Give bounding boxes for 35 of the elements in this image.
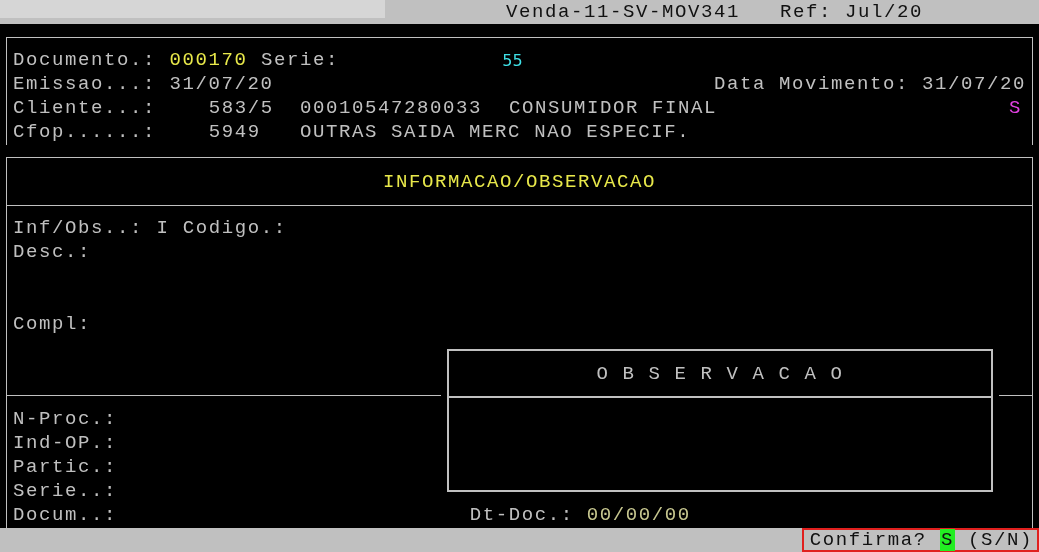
panel-title: INFORMACAO/OBSERVACAO bbox=[382, 170, 656, 193]
client-status-letter: S bbox=[1009, 97, 1022, 119]
field-label: Emissao...: bbox=[13, 73, 158, 95]
prompt-label: Confirma? bbox=[809, 529, 927, 551]
field-label: Compl: bbox=[13, 313, 91, 335]
field-label: Inf/Obs..: bbox=[13, 217, 145, 239]
cfop-code: 5949 bbox=[208, 121, 262, 143]
field-label: Docum..: bbox=[13, 504, 118, 526]
field-label: Serie: bbox=[260, 49, 340, 71]
field-label: N-Proc.: bbox=[13, 408, 117, 430]
field-value: 31/07/20 bbox=[169, 73, 274, 95]
reference-period: Ref: Jul/20 bbox=[780, 1, 924, 23]
field-label: Cfop......: bbox=[13, 121, 158, 143]
field-value: 31/07/20 bbox=[922, 73, 1026, 95]
field-label: Desc.: bbox=[13, 241, 91, 263]
window-title: Venda-11-SV-MOV341 bbox=[506, 1, 741, 23]
field-value: 00/00/00 bbox=[586, 504, 691, 526]
answer-options: (S/N) bbox=[968, 529, 1033, 551]
answer-field[interactable]: S bbox=[939, 529, 955, 551]
client-document: 00010547280033 bbox=[300, 97, 484, 119]
field-value: 000170 bbox=[169, 49, 249, 71]
field-label: Dt-Doc.: bbox=[469, 504, 574, 526]
field-label: Documento.: bbox=[13, 49, 158, 71]
popup-title: O B S E R V A C A O bbox=[596, 362, 844, 385]
field-label: Partic.: bbox=[13, 456, 117, 478]
field-label: Codigo.: bbox=[182, 217, 287, 239]
field-label: Data Movimento: bbox=[713, 73, 909, 95]
field-label: Ind-OP.: bbox=[13, 432, 117, 454]
cfop-description: OUTRAS SAIDA MERC NAO ESPECIF. bbox=[300, 121, 691, 143]
field-value: 55 bbox=[502, 50, 523, 70]
field-label: Serie..: bbox=[13, 480, 117, 502]
client-name: CONSUMIDOR FINAL bbox=[508, 97, 717, 119]
field-value: I bbox=[156, 217, 171, 239]
field-label: Cliente...: bbox=[13, 97, 158, 119]
client-code: 583/5 bbox=[208, 97, 275, 119]
